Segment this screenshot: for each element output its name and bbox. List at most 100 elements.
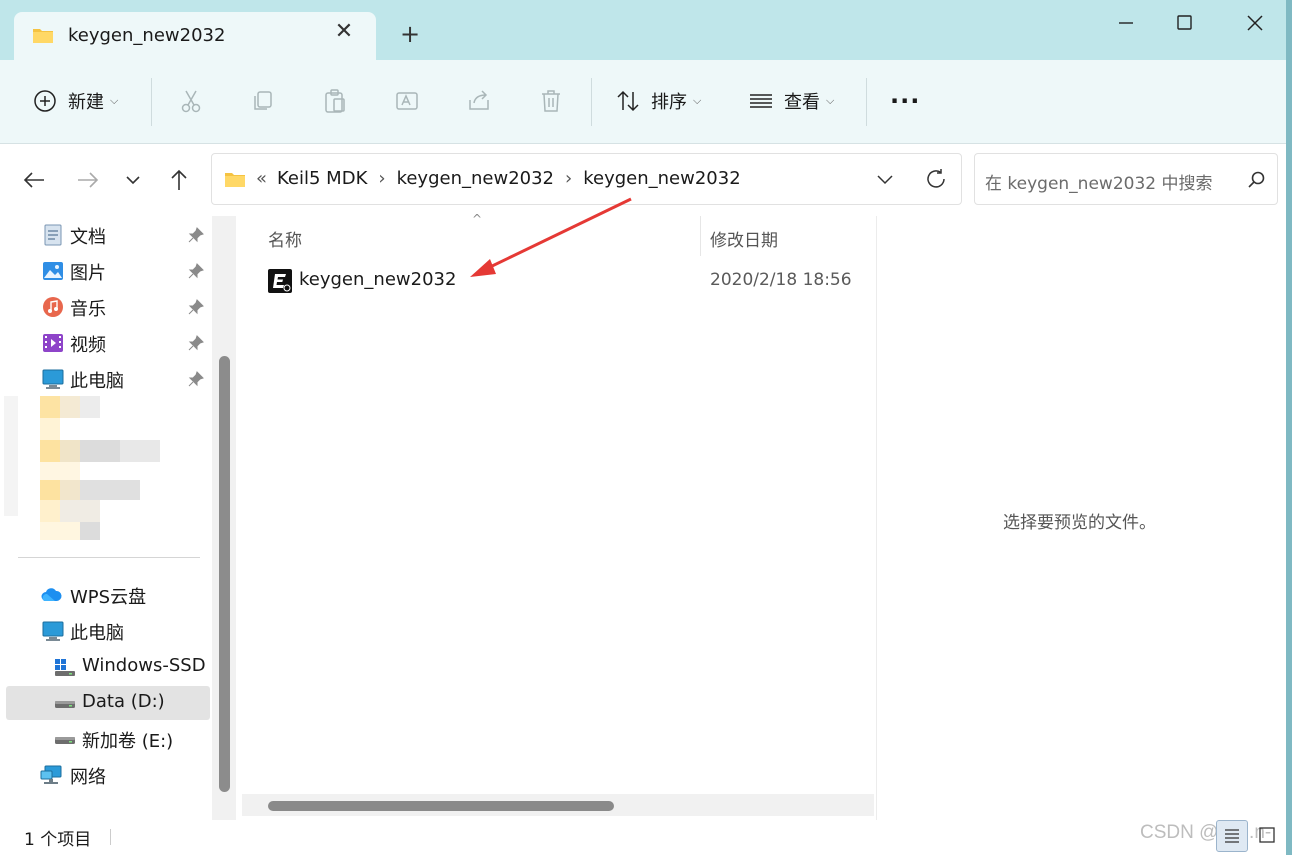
sidebar-item-label: Windows-SSD ( bbox=[82, 655, 219, 676]
chevron-down-icon: ⌵ bbox=[693, 94, 702, 107]
navigation-pane: 文档 图片 音乐 视频 此电脑 WPS云盘 此电脑 Windows-SSD (… bbox=[0, 216, 218, 816]
sidebar-item-label: 网络 bbox=[70, 767, 106, 788]
close-tab-icon[interactable]: ✕ bbox=[332, 20, 356, 44]
folder-icon bbox=[33, 29, 53, 43]
sidebar-item-label: 图片 bbox=[70, 263, 106, 284]
sidebar-item-new-volume-e[interactable]: 新加卷 (E:) bbox=[0, 722, 210, 756]
pin-icon[interactable] bbox=[188, 263, 204, 279]
sort-label: 排序 bbox=[651, 92, 687, 113]
details-view-icon bbox=[1225, 829, 1239, 843]
sort-ascending-indicator: ^ bbox=[472, 212, 483, 226]
column-divider[interactable] bbox=[700, 216, 701, 256]
preview-empty-message: 选择要预览的文件。 bbox=[1003, 513, 1156, 533]
file-list: ^ 名称 修改日期 keygen_new2032 2020/2/18 18:56 bbox=[242, 212, 876, 820]
pin-icon[interactable] bbox=[188, 227, 204, 243]
toolbar-divider bbox=[866, 78, 867, 126]
status-bar: 1 个项目 CSDN @lea..n- bbox=[0, 820, 1292, 855]
view-button[interactable]: 查看 ⌵ bbox=[748, 86, 834, 116]
delete-button[interactable] bbox=[538, 86, 564, 116]
details-view-button[interactable] bbox=[1216, 820, 1248, 852]
windows-drive-icon bbox=[55, 659, 75, 676]
plus-circle-icon bbox=[34, 90, 56, 112]
tab-keygen[interactable]: keygen_new2032 ✕ bbox=[14, 12, 376, 62]
pin-icon[interactable] bbox=[188, 371, 204, 387]
sidebar-divider bbox=[18, 557, 200, 558]
sidebar-item-label: Data (D:) bbox=[82, 691, 165, 712]
sidebar-item-wps-cloud[interactable]: WPS云盘 bbox=[0, 578, 210, 612]
computer-icon bbox=[42, 621, 64, 641]
rename-button[interactable] bbox=[394, 86, 420, 116]
trash-icon bbox=[542, 90, 560, 112]
sidebar-item-this-pc[interactable]: 此电脑 bbox=[0, 614, 210, 648]
refresh-icon[interactable] bbox=[924, 167, 948, 191]
sidebar-item-music[interactable]: 音乐 bbox=[0, 290, 210, 324]
chevron-down-icon: ⌵ bbox=[110, 94, 119, 107]
cut-button[interactable] bbox=[178, 86, 204, 116]
scissors-icon bbox=[181, 90, 201, 113]
column-header-name[interactable]: 名称 bbox=[268, 226, 302, 251]
search-icon[interactable] bbox=[1247, 170, 1267, 190]
videos-icon bbox=[43, 334, 63, 352]
sidebar-item-data-d[interactable]: Data (D:) bbox=[6, 686, 210, 720]
sort-icon bbox=[617, 90, 639, 112]
file-row[interactable]: keygen_new2032 2020/2/18 18:56 bbox=[242, 266, 874, 296]
sidebar-scrollbar-thumb[interactable] bbox=[219, 356, 230, 792]
back-arrow-icon[interactable] bbox=[20, 166, 48, 194]
breadcrumb-item[interactable]: Keil5 MDK bbox=[277, 168, 367, 189]
item-count: 1 个项目 bbox=[24, 830, 92, 850]
more-options-button[interactable]: ··· bbox=[890, 86, 920, 116]
horizontal-scrollbar-thumb[interactable] bbox=[268, 801, 614, 811]
share-icon bbox=[469, 90, 489, 110]
search-box[interactable]: 在 keygen_new2032 中搜索 bbox=[974, 153, 1278, 205]
breadcrumb-overflow[interactable]: « bbox=[256, 168, 267, 189]
sidebar-item-documents[interactable]: 文档 bbox=[0, 218, 210, 252]
forward-arrow-icon[interactable] bbox=[74, 166, 102, 194]
command-bar: 新建 ⌵ 排序 ⌵ 查看 ⌵ ··· bbox=[0, 60, 1292, 144]
cloud-icon bbox=[41, 588, 62, 601]
recent-locations-chevron-icon[interactable] bbox=[119, 166, 147, 194]
file-modified-date: 2020/2/18 18:56 bbox=[710, 270, 852, 290]
breadcrumb-item[interactable]: keygen_new2032 bbox=[583, 168, 740, 189]
toolbar-divider bbox=[591, 78, 592, 126]
address-history-chevron-icon[interactable] bbox=[874, 168, 896, 190]
music-icon bbox=[43, 297, 63, 317]
close-window-button[interactable] bbox=[1237, 8, 1273, 38]
sidebar-item-label: 新加卷 (E:) bbox=[82, 731, 174, 752]
pin-icon[interactable] bbox=[188, 299, 204, 315]
paste-button[interactable] bbox=[322, 86, 348, 116]
tiles-view-button[interactable] bbox=[1252, 820, 1284, 852]
breadcrumb-item[interactable]: keygen_new2032 bbox=[397, 168, 554, 189]
copy-icon bbox=[254, 91, 272, 110]
up-arrow-icon[interactable] bbox=[165, 166, 193, 194]
sidebar-item-label: WPS云盘 bbox=[70, 587, 147, 608]
toolbar-divider bbox=[151, 78, 152, 126]
column-header-modified[interactable]: 修改日期 bbox=[710, 226, 778, 251]
new-tab-button[interactable]: + bbox=[400, 22, 420, 46]
maximize-button[interactable] bbox=[1166, 8, 1202, 38]
minimize-button[interactable] bbox=[1108, 8, 1144, 38]
share-button[interactable] bbox=[466, 86, 492, 116]
new-button[interactable]: 新建 ⌵ bbox=[32, 86, 118, 116]
drive-icon bbox=[55, 701, 75, 708]
sidebar-item-videos[interactable]: 视频 bbox=[0, 326, 210, 360]
sort-button[interactable]: 排序 ⌵ bbox=[615, 86, 701, 116]
search-input[interactable]: 在 keygen_new2032 中搜索 bbox=[985, 169, 1213, 194]
sidebar-item-windows-ssd[interactable]: Windows-SSD ( bbox=[0, 650, 218, 684]
sidebar-item-label: 此电脑 bbox=[70, 623, 124, 644]
address-bar[interactable]: « Keil5 MDK › keygen_new2032 › keygen_ne… bbox=[211, 153, 962, 205]
pin-icon[interactable] bbox=[188, 335, 204, 351]
breadcrumb-separator: › bbox=[565, 168, 573, 189]
breadcrumb: « Keil5 MDK › keygen_new2032 › keygen_ne… bbox=[256, 168, 741, 189]
copy-button[interactable] bbox=[250, 86, 276, 116]
pictures-icon bbox=[43, 262, 63, 280]
sidebar-item-network[interactable]: 网络 bbox=[0, 758, 210, 792]
keygen-app-icon bbox=[268, 269, 292, 293]
clipboard-icon bbox=[325, 89, 345, 113]
sidebar-item-this-pc-quick[interactable]: 此电脑 bbox=[0, 362, 210, 396]
computer-icon bbox=[42, 369, 64, 389]
sidebar-item-pictures[interactable]: 图片 bbox=[0, 254, 210, 288]
sidebar-item-label: 文档 bbox=[70, 227, 106, 248]
documents-icon bbox=[44, 224, 62, 246]
title-bar: keygen_new2032 ✕ + bbox=[0, 0, 1292, 62]
folder-icon bbox=[225, 173, 245, 187]
